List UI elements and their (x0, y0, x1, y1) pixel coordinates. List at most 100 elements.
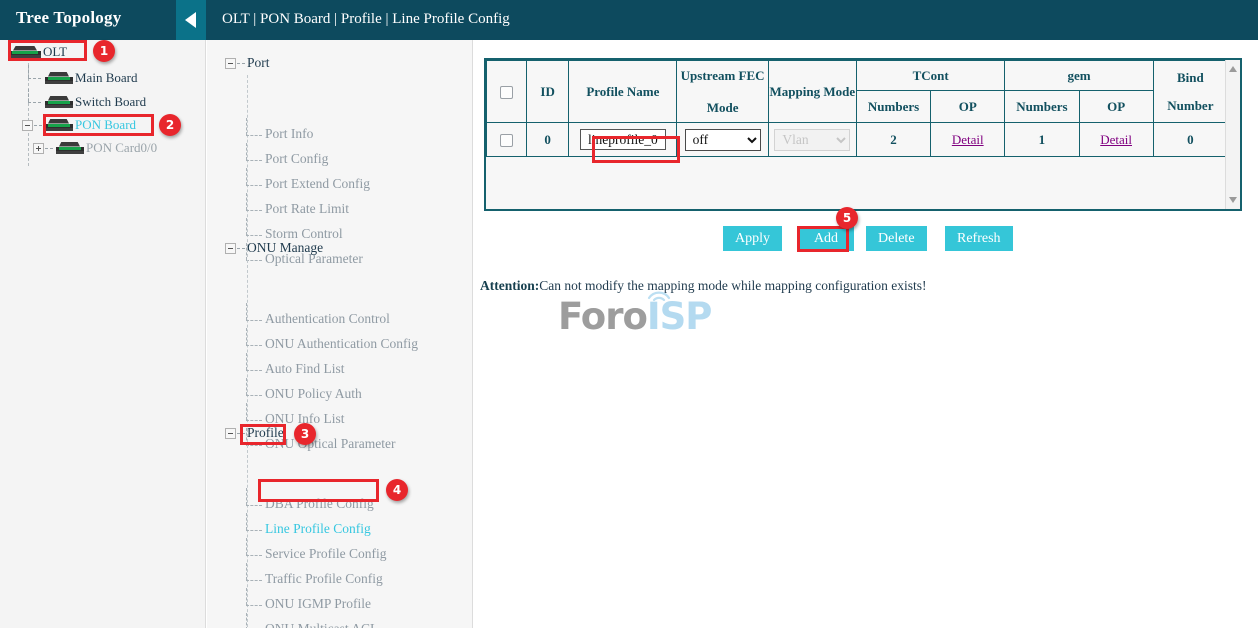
upstream-fec-mode-select[interactable]: off (685, 129, 761, 151)
refresh-button[interactable]: Refresh (945, 226, 1013, 251)
menu-branch-line (243, 598, 265, 612)
menu-expander-minus-icon[interactable] (225, 428, 236, 439)
menu-item-label: Port Rate Limit (265, 201, 349, 216)
menu-expander-minus-icon[interactable] (225, 58, 236, 69)
menu-item-port-extend-config[interactable]: Port Extend Config (243, 176, 370, 196)
table-vertical-scrollbar[interactable] (1225, 60, 1240, 209)
column-header-mapping-mode: Mapping Mode (768, 61, 856, 123)
menu-group-onu-manage[interactable]: ONU Manage (225, 240, 323, 260)
wifi-arc-icon (646, 287, 672, 301)
line-profile-table: ID Profile Name Upstream FEC Mode Mappin… (486, 60, 1228, 157)
menu-item-port-info[interactable]: Port Info (243, 126, 313, 146)
menu-item-label: Port Info (265, 126, 313, 141)
menu-item-onu-policy-auth[interactable]: ONU Policy Auth (243, 386, 362, 406)
select-all-header (487, 61, 527, 123)
tree-item-switch-board[interactable]: Switch Board (24, 93, 146, 113)
menu-item-label: Storm Control (265, 226, 343, 241)
tree-item-pon-card[interactable]: PON Card0/0 (33, 139, 157, 159)
menu-branch-line (237, 248, 245, 249)
menu-item-label: ONU Optical Parameter (265, 436, 395, 451)
triangle-up-icon[interactable] (1229, 66, 1237, 72)
tree-topology-panel: Tree Topology OLT Main Board Switch Boar… (0, 0, 206, 628)
menu-item-dba-profile-config[interactable]: DBA Profile Config (243, 496, 374, 516)
tree-item-main-board[interactable]: Main Board (24, 69, 137, 89)
mapping-mode-select[interactable]: Vlan (774, 129, 850, 151)
breadcrumb: OLT | PON Board | Profile | Line Profile… (222, 11, 510, 28)
profile-name-input[interactable] (580, 129, 666, 150)
column-header-bind-line2: Number (1154, 98, 1227, 114)
column-header-upstream-fec-mode: Upstream FEC Mode (677, 61, 768, 123)
tree-item-label: OLT (43, 44, 67, 59)
tree-item-pon-board[interactable]: PON Board (22, 116, 136, 136)
cell-bind-number: 0 (1153, 123, 1227, 157)
menu-item-onu-igmp-profile[interactable]: ONU IGMP Profile (243, 596, 371, 616)
menu-item-onu-multicast-acl[interactable]: ONU Multicast ACL (243, 621, 378, 628)
device-icon (44, 72, 74, 85)
attention-text: Can not modify the mapping mode while ma… (539, 278, 926, 293)
menu-item-label: ONU Multicast ACL (265, 621, 378, 628)
menu-item-label: Port Extend Config (265, 176, 370, 191)
menu-item-label: ONU IGMP Profile (265, 596, 371, 611)
menu-branch-line (243, 203, 265, 217)
column-header-gem: gem (1005, 61, 1153, 91)
menu-item-service-profile-config[interactable]: Service Profile Config (243, 546, 386, 566)
tree-topology-header: Tree Topology (0, 0, 206, 40)
table-row: 0 off Vlan (487, 123, 1228, 157)
select-all-checkbox[interactable] (500, 86, 513, 99)
cell-mapping-mode: Vlan (768, 123, 856, 157)
menu-branch-line (243, 498, 265, 512)
menu-item-line-profile-config[interactable]: Line Profile Config (243, 521, 371, 541)
menu-item-traffic-profile-config[interactable]: Traffic Profile Config (243, 571, 383, 591)
foroisp-watermark: ForoISP (558, 295, 711, 338)
tcont-detail-link[interactable]: Detail (952, 132, 984, 147)
tree-item-olt[interactable]: OLT (8, 43, 67, 63)
menu-branch-line (243, 363, 265, 377)
cell-profile-name (569, 123, 677, 157)
menu-item-port-rate-limit[interactable]: Port Rate Limit (243, 201, 349, 221)
gem-detail-link[interactable]: Detail (1100, 132, 1132, 147)
cell-tcont-numbers: 2 (856, 123, 930, 157)
menu-item-label: DBA Profile Config (265, 496, 374, 511)
menu-item-label: Traffic Profile Config (265, 571, 383, 586)
menu-group-profile[interactable]: Profile (225, 425, 284, 445)
attention-label: Attention: (480, 278, 539, 293)
menu-branch-line (243, 178, 265, 192)
menu-item-label: ONU Info List (265, 411, 345, 426)
menu-item-port-config[interactable]: Port Config (243, 151, 328, 171)
column-header-gem-numbers: Numbers (1005, 91, 1079, 123)
menu-item-label: ONU Policy Auth (265, 386, 362, 401)
menu-branch-line (243, 338, 265, 352)
navigation-menu-panel: Port Port Info Port Config Port Extend C… (207, 40, 473, 628)
menu-item-auto-find-list[interactable]: Auto Find List (243, 361, 345, 381)
tree-expander-plus-icon[interactable] (33, 143, 44, 154)
menu-branch-line (243, 313, 265, 327)
menu-group-port[interactable]: Port (225, 55, 270, 75)
line-profile-table-panel: ID Profile Name Upstream FEC Mode Mappin… (484, 58, 1242, 211)
device-icon (44, 96, 74, 109)
menu-expander-minus-icon[interactable] (225, 243, 236, 254)
triangle-down-icon[interactable] (1229, 197, 1237, 203)
column-header-id: ID (527, 61, 569, 123)
row-select-cell (487, 123, 527, 157)
tree-expander-minus-icon[interactable] (22, 120, 33, 131)
tree-item-label: Main Board (75, 70, 137, 85)
tree-topology-title: Tree Topology (16, 8, 121, 28)
menu-item-label: Authentication Control (265, 311, 390, 326)
menu-branch-line (243, 128, 265, 142)
content-header-bar: OLT | PON Board | Profile | Line Profile… (206, 0, 1258, 40)
add-button[interactable]: Add (798, 226, 854, 251)
tree-item-label: PON Board (75, 117, 136, 132)
menu-branch-line (243, 548, 265, 562)
menu-branch-line (243, 153, 265, 167)
menu-branch-line (243, 388, 265, 402)
apply-button[interactable]: Apply (723, 226, 782, 251)
chevron-left-icon (185, 12, 196, 28)
menu-item-authentication-control[interactable]: Authentication Control (243, 311, 390, 331)
sidebar-collapse-button[interactable] (176, 0, 206, 40)
column-header-bind-line1: Bind (1154, 70, 1227, 86)
device-icon (55, 142, 85, 155)
row-select-checkbox[interactable] (500, 134, 513, 147)
column-header-tcont-numbers: Numbers (856, 91, 930, 123)
delete-button[interactable]: Delete (866, 226, 927, 251)
menu-item-onu-authentication-config[interactable]: ONU Authentication Config (243, 336, 418, 356)
